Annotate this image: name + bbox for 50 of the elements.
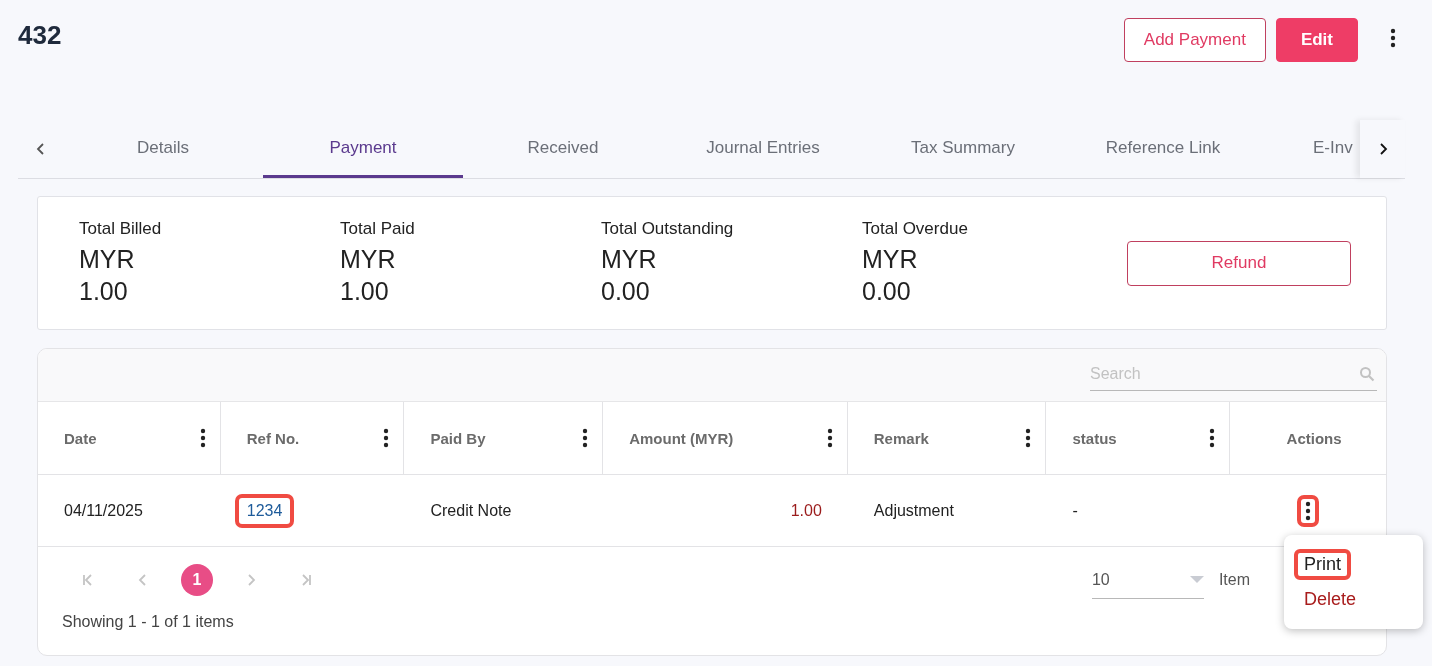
stat-currency: MYR xyxy=(862,244,919,275)
menu-item[interactable]: Print xyxy=(1294,549,1351,580)
table-cell: - xyxy=(1072,501,1078,520)
tab[interactable]: Details xyxy=(63,120,263,178)
tab[interactable]: E-Inv xyxy=(1263,120,1360,178)
column-header-label: status xyxy=(1072,429,1117,447)
page-size-value: 10 xyxy=(1091,570,1110,589)
refund-button[interactable]: Refund xyxy=(1127,240,1351,286)
stat-label: Total Billed xyxy=(79,219,163,239)
stat-currency: MYR xyxy=(601,244,658,275)
page-title: 432 xyxy=(18,20,63,51)
stat-amount: 1.00 xyxy=(79,276,129,307)
column-header-label: Actions xyxy=(1286,429,1342,447)
row-actions-button[interactable] xyxy=(1297,494,1320,527)
page-size-dropdown[interactable]: 10 xyxy=(1091,561,1204,599)
stat-amount: 1.00 xyxy=(340,276,390,307)
tab[interactable]: Reference Link xyxy=(1063,120,1263,178)
tab[interactable]: Received xyxy=(463,120,663,178)
add-payment-button[interactable]: Add Payment xyxy=(1123,18,1266,62)
stat-amount: 0.00 xyxy=(601,276,651,307)
more-icon xyxy=(1390,28,1396,48)
column-header-label: Date xyxy=(64,429,97,447)
tab[interactable]: Payment xyxy=(263,120,463,178)
stat-currency: MYR xyxy=(340,244,397,275)
page-number-button[interactable]: 1 xyxy=(181,564,213,596)
stat-amount: 0.00 xyxy=(862,276,912,307)
pager-summary: Showing 1 - 1 of 1 items xyxy=(61,613,235,631)
stat-currency: MYR xyxy=(79,244,136,275)
column-header-label: Ref No. xyxy=(246,429,300,447)
column-header-label: Remark xyxy=(873,429,929,447)
stat-label: Total Paid xyxy=(340,219,416,239)
column-header-label: Amount (MYR) xyxy=(629,429,734,447)
table-cell: 1.00 xyxy=(790,501,822,520)
ref-link[interactable]: 1234 xyxy=(246,501,283,520)
column-header-label: Paid By xyxy=(430,429,486,447)
table-cell: Adjustment xyxy=(873,501,954,520)
stat-label: Total Overdue xyxy=(862,219,969,239)
page-size-label: Item xyxy=(1218,571,1250,589)
menu-item[interactable]: Delete xyxy=(1294,584,1367,615)
tab[interactable]: Journal Entries xyxy=(663,120,863,178)
tab-scroll-right-button[interactable] xyxy=(1360,120,1405,178)
search-icon xyxy=(1359,366,1375,382)
tab[interactable]: Tax Summary xyxy=(863,120,1063,178)
search-field[interactable]: Search xyxy=(1090,357,1377,391)
table-cell: 04/11/2025 xyxy=(64,501,143,520)
dropdown-caret-icon xyxy=(1189,575,1204,584)
edit-button[interactable]: Edit xyxy=(1275,18,1358,62)
more-icon xyxy=(1305,500,1312,521)
table-cell: Credit Note xyxy=(430,501,512,520)
stat-label: Total Outstanding xyxy=(601,219,735,239)
